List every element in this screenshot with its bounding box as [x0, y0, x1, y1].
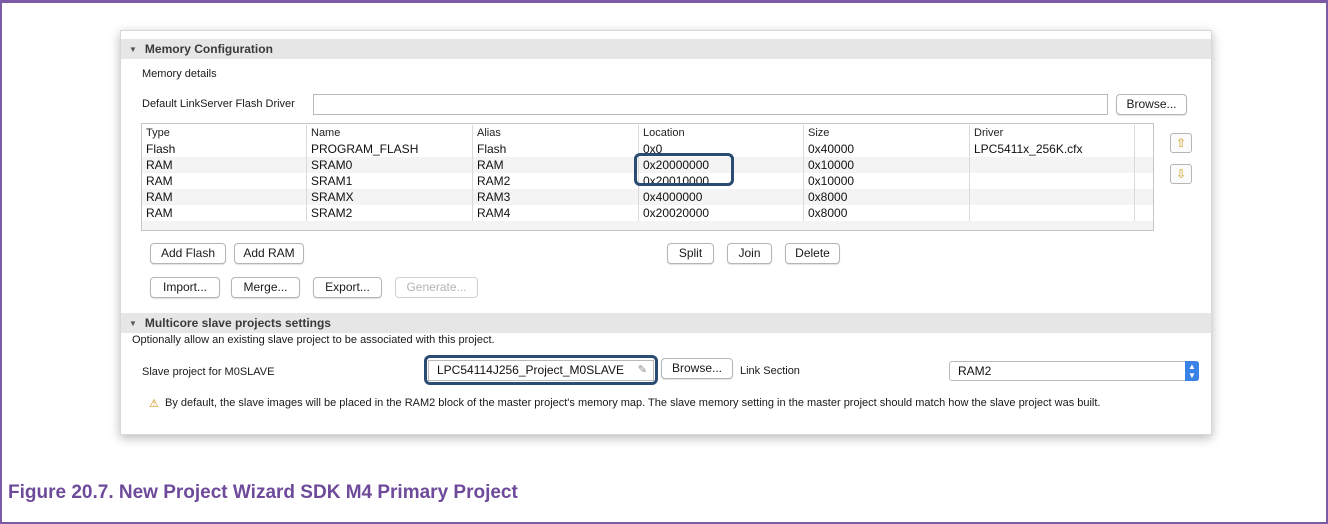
table-row[interactable]: RAM SRAMX RAM3 0x4000000 0x8000: [142, 189, 1153, 205]
generate-button[interactable]: Generate...: [395, 277, 478, 298]
warning-text: By default, the slave images will be pla…: [165, 397, 1101, 409]
cell-type: RAM: [142, 173, 307, 189]
table-row[interactable]: RAM SRAM2 RAM4 0x20020000 0x8000: [142, 205, 1153, 221]
export-button[interactable]: Export...: [313, 277, 382, 298]
link-section-value: RAM2: [958, 364, 992, 378]
cell-type: RAM: [142, 157, 307, 173]
cell-alias: Flash: [473, 141, 639, 157]
slave-project-highlight: [424, 355, 658, 385]
cell-driver: [970, 173, 1135, 189]
cell-name: PROGRAM_FLASH: [307, 141, 473, 157]
link-section-label: Link Section: [740, 365, 800, 377]
split-button[interactable]: Split: [667, 243, 714, 264]
cell-alias: RAM2: [473, 173, 639, 189]
delete-button[interactable]: Delete: [785, 243, 840, 264]
flash-driver-label: Default LinkServer Flash Driver: [142, 98, 295, 110]
cell-type: RAM: [142, 205, 307, 221]
slave-project-label: Slave project for M0SLAVE: [142, 366, 275, 378]
cell-location: 0x4000000: [639, 189, 804, 205]
cell-driver: LPC5411x_256K.cfx: [970, 141, 1135, 157]
location-highlight: [634, 153, 734, 186]
add-ram-button[interactable]: Add RAM: [234, 243, 304, 264]
cell-name: SRAMX: [307, 189, 473, 205]
cell-driver: [970, 189, 1135, 205]
join-button[interactable]: Join: [727, 243, 772, 264]
chevron-updown-icon[interactable]: ▲ ▼: [1185, 361, 1199, 381]
cell-size: 0x40000: [804, 141, 970, 157]
cell-size: 0x10000: [804, 157, 970, 173]
cell-alias: RAM: [473, 157, 639, 173]
memory-configuration-title: Memory Configuration: [144, 42, 273, 56]
link-section-select[interactable]: RAM2 ▲ ▼: [949, 361, 1199, 381]
cell-driver: [970, 157, 1135, 173]
cell-size: 0x10000: [804, 173, 970, 189]
move-down-icon[interactable]: ⇩: [1170, 164, 1192, 184]
cell-type: RAM: [142, 189, 307, 205]
column-header-location[interactable]: Location: [639, 125, 804, 141]
cell-location: 0x20020000: [639, 205, 804, 221]
slave-browse-button[interactable]: Browse...: [661, 358, 733, 379]
flash-driver-field[interactable]: [313, 94, 1108, 115]
merge-button[interactable]: Merge...: [231, 277, 300, 298]
cell-alias: RAM4: [473, 205, 639, 221]
multicore-settings-title: Multicore slave projects settings: [144, 316, 331, 330]
table-header-row: Type Name Alias Location Size Driver: [142, 125, 1153, 141]
cell-name: SRAM0: [307, 157, 473, 173]
collapse-triangle-icon[interactable]: ▼: [129, 40, 137, 60]
column-header-type[interactable]: Type: [142, 125, 307, 141]
collapse-triangle-icon[interactable]: ▼: [129, 314, 137, 334]
cell-driver: [970, 205, 1135, 221]
cell-name: SRAM1: [307, 173, 473, 189]
column-header-name[interactable]: Name: [307, 125, 473, 141]
cell-type: Flash: [142, 141, 307, 157]
flash-driver-browse-button[interactable]: Browse...: [1116, 94, 1187, 115]
warning-icon: ⚠: [149, 398, 159, 410]
memory-details-label: Memory details: [142, 68, 217, 80]
cell-size: 0x8000: [804, 189, 970, 205]
cell-name: SRAM2: [307, 205, 473, 221]
import-button[interactable]: Import...: [150, 277, 220, 298]
column-header-driver[interactable]: Driver: [970, 125, 1135, 141]
cell-size: 0x8000: [804, 205, 970, 221]
multicore-description: Optionally allow an existing slave proje…: [132, 334, 495, 346]
cell-alias: RAM3: [473, 189, 639, 205]
figure-caption: Figure 20.7. New Project Wizard SDK M4 P…: [8, 482, 518, 503]
wizard-panel: ▼ Memory Configuration Memory details Def…: [120, 30, 1212, 435]
add-flash-button[interactable]: Add Flash: [150, 243, 226, 264]
move-up-icon[interactable]: ⇧: [1170, 133, 1192, 153]
column-header-size[interactable]: Size: [804, 125, 970, 141]
table-row-empty: [142, 221, 1153, 230]
memory-configuration-header[interactable]: ▼ Memory Configuration: [121, 39, 1211, 59]
multicore-settings-header[interactable]: ▼ Multicore slave projects settings: [121, 313, 1211, 333]
column-header-alias[interactable]: Alias: [473, 125, 639, 141]
